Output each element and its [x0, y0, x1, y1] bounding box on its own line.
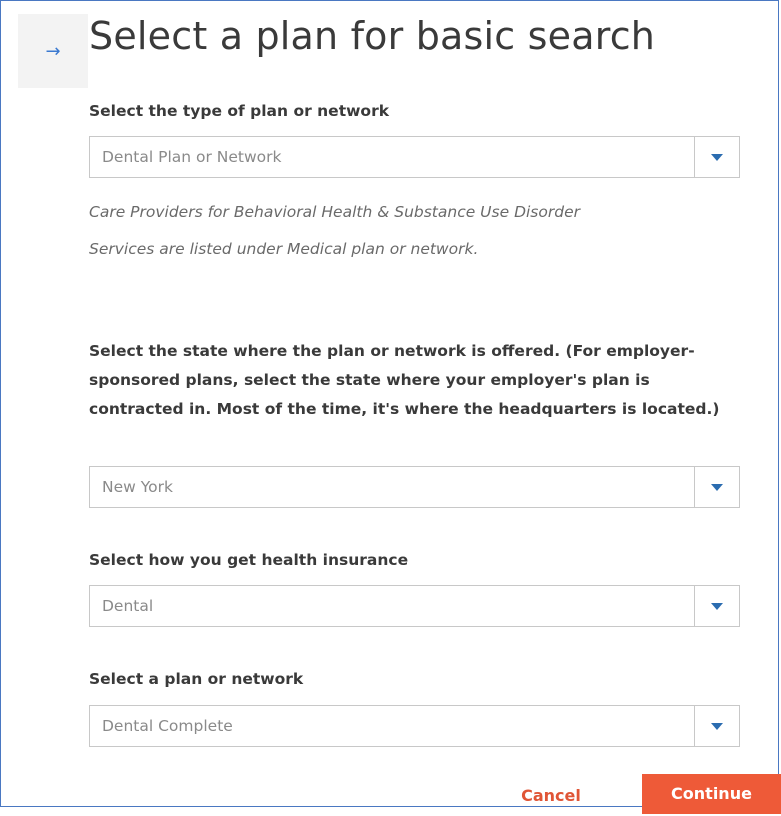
plan-select[interactable]: Dental Complete: [89, 705, 740, 747]
chevron-down-icon: [711, 153, 723, 161]
state-dropdown-toggle[interactable]: [694, 467, 739, 507]
page-title: Select a plan for basic search: [89, 14, 656, 58]
plan-value: Dental Complete: [102, 717, 233, 735]
plan-type-value: Dental Plan or Network: [102, 148, 282, 166]
plan-dropdown-toggle[interactable]: [694, 706, 739, 746]
continue-button[interactable]: Continue: [642, 774, 781, 814]
cancel-button[interactable]: Cancel: [496, 776, 606, 816]
back-button[interactable]: →: [18, 14, 88, 88]
state-label: Select the state where the plan or netwo…: [89, 342, 720, 418]
insurance-source-value: Dental: [102, 597, 154, 615]
plan-type-select[interactable]: Dental Plan or Network: [89, 136, 740, 178]
plan-label: Select a plan or network: [89, 670, 304, 688]
insurance-source-select[interactable]: Dental: [89, 585, 740, 627]
state-value: New York: [102, 478, 173, 496]
state-select[interactable]: New York: [89, 466, 740, 508]
insurance-source-label: Select how you get health insurance: [89, 551, 409, 569]
chevron-down-icon: [711, 722, 723, 730]
plan-type-label: Select the type of plan or network: [89, 102, 390, 120]
chevron-down-icon: [711, 602, 723, 610]
arrow-right-icon: →: [45, 40, 61, 62]
chevron-down-icon: [711, 483, 723, 491]
plan-type-note: Care Providers for Behavioral Health & S…: [89, 203, 580, 258]
insurance-source-dropdown-toggle[interactable]: [694, 586, 739, 626]
plan-type-dropdown-toggle[interactable]: [694, 137, 739, 177]
